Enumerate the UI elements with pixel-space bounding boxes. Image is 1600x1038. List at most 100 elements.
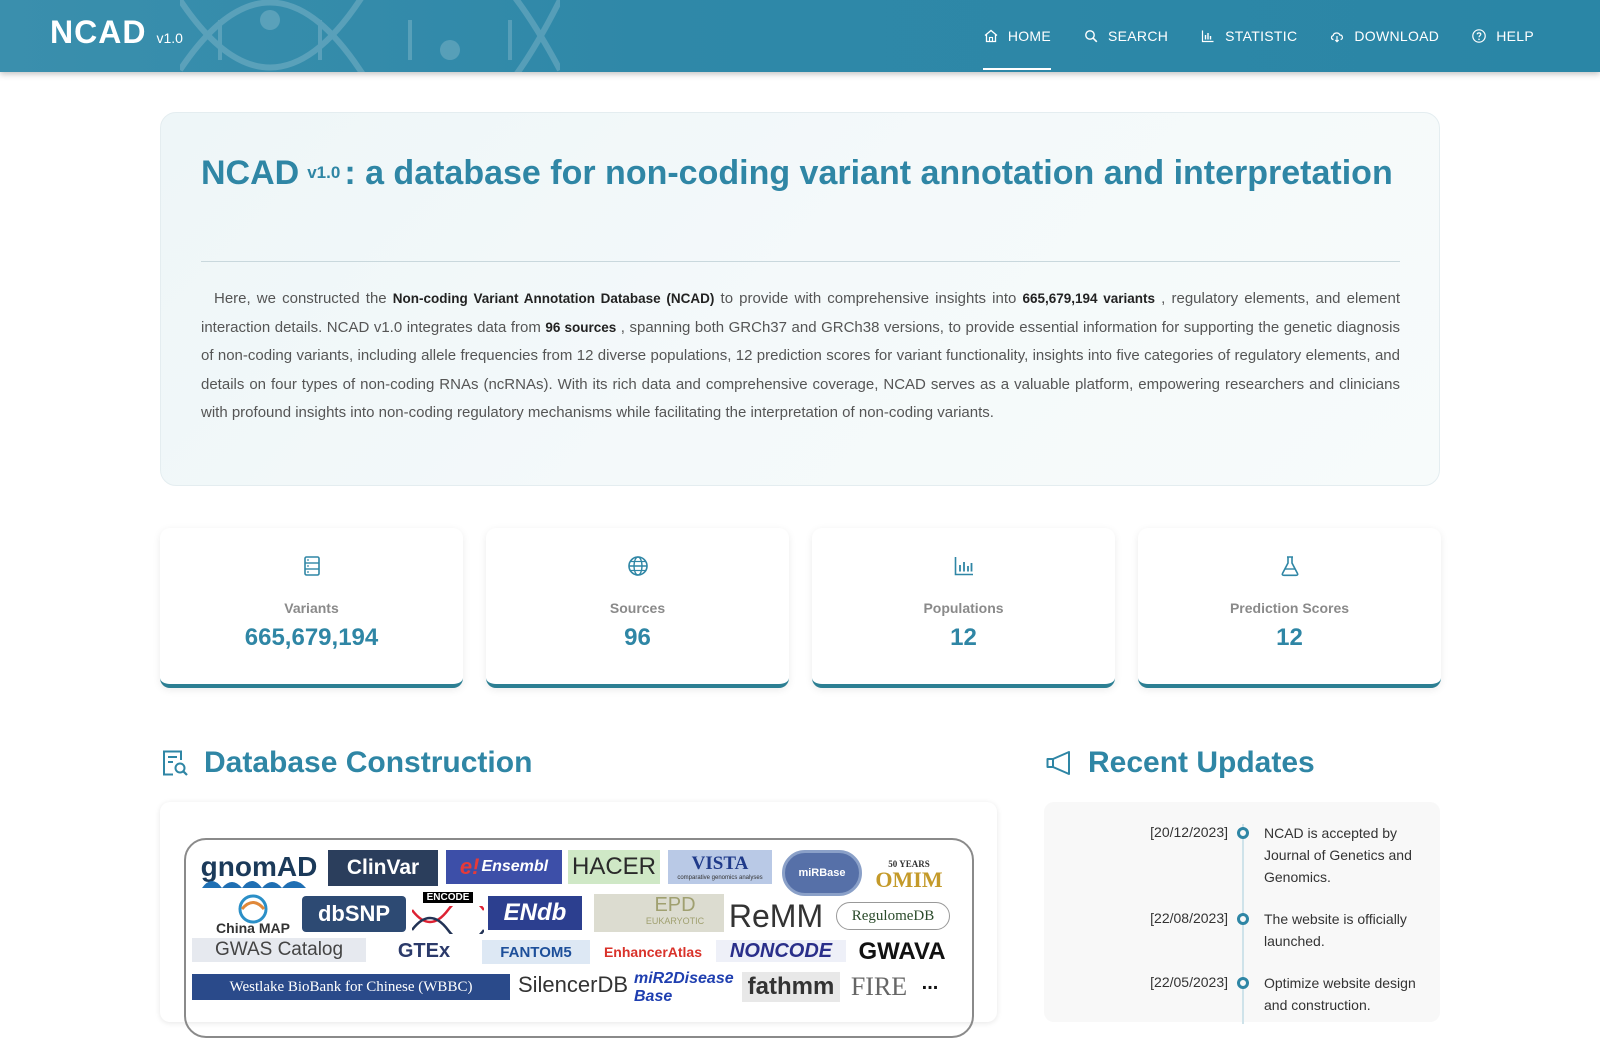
- hero-bold-2: 665,679,194 variants: [1022, 291, 1156, 306]
- nav-statistic[interactable]: STATISTIC: [1200, 0, 1297, 72]
- stat-label: Populations: [923, 600, 1004, 616]
- hero-bold-1: Non-coding Variant Annotation Database (…: [392, 291, 715, 306]
- update-text: The website is officially launched.: [1264, 911, 1407, 949]
- nav-help-label: HELP: [1496, 28, 1534, 44]
- nav-home[interactable]: HOME: [982, 0, 1052, 72]
- page-title: NCAD v1.0: a database for non-coding vari…: [201, 151, 1401, 195]
- gnomad-waves: [202, 874, 316, 888]
- update-date: [22/08/2023]: [1150, 910, 1228, 926]
- stat-card-variants: Variants 665,679,194: [160, 528, 463, 688]
- logo-silencerdb: SilencerDB: [518, 968, 628, 1002]
- database-icon: [304, 556, 320, 576]
- search-icon: [1083, 28, 1099, 44]
- logo-enhanceratlas-text: EnhancerAtlas: [603, 944, 703, 960]
- logo-endb-text: ENdb: [503, 899, 567, 926]
- home-icon: [983, 28, 999, 44]
- logo-wbbc-text: Westlake BioBank for Chinese (WBBC): [229, 978, 473, 995]
- logo-noncode-text: NONCODE: [729, 939, 833, 962]
- cloud-download-icon: [1329, 28, 1345, 44]
- timeline-dot-icon: [1237, 827, 1249, 839]
- database-construction-panel: gnomAD ClinVar e! Ensembl HACER VISTA comp…: [160, 802, 997, 1038]
- logo-mir2disease-text: miR2Disease Base: [634, 970, 734, 1005]
- logo-remm: ReMM: [724, 896, 828, 936]
- stat-card-populations: Populations 12: [812, 528, 1115, 688]
- stat-value: 12: [950, 624, 977, 651]
- logo-dbsnp: dbSNP: [302, 896, 406, 932]
- timeline-dot-icon: [1237, 913, 1249, 925]
- stat-card-prediction-scores: Prediction Scores 12: [1138, 528, 1441, 688]
- nav-download-label: DOWNLOAD: [1354, 28, 1440, 44]
- bar-chart-icon: [954, 557, 973, 576]
- logo-omim: 50 YEARS OMIM: [868, 848, 950, 896]
- data-sources-logo-collage: gnomAD ClinVar e! Ensembl HACER VISTA comp…: [184, 838, 974, 1038]
- logo-fire-text: FIRE: [850, 972, 908, 1001]
- logo-regulomedb: RegulomeDB: [836, 902, 950, 930]
- section-title: Recent Updates: [1088, 746, 1315, 779]
- globe-icon: [628, 556, 648, 576]
- stat-label: Sources: [609, 600, 666, 616]
- logo-clinvar-text: ClinVar: [346, 856, 420, 879]
- hero-description: Here, we constructed the Non-coding Vari…: [201, 285, 1400, 428]
- logo-noncode: NONCODE: [716, 940, 846, 962]
- brand-logo[interactable]: NCAD v1.0: [50, 14, 183, 51]
- logo-wbbc: Westlake BioBank for Chinese (WBBC): [192, 974, 510, 1000]
- logo-endb: ENdb: [488, 896, 582, 930]
- recent-updates-heading: Recent Updates: [1044, 746, 1315, 780]
- top-navbar: NCAD v1.0 HOME SEARCH STATISTIC DOWNLOAD…: [0, 0, 1600, 72]
- nav-home-label: HOME: [1007, 28, 1052, 44]
- logo-hacer-text: HACER: [571, 853, 656, 880]
- logo-vista-text: VISTA: [691, 853, 749, 874]
- more-sources-ellipsis: ...: [914, 968, 946, 998]
- logo-gtex-text: GTEx: [397, 939, 451, 962]
- logo-ensembl: e! Ensembl: [446, 850, 562, 884]
- hero-divider: [201, 261, 1400, 262]
- logo-gwava: GWAVA: [850, 938, 954, 966]
- update-date: [22/05/2023]: [1150, 974, 1228, 990]
- logo-silencerdb-text: SilencerDB: [517, 972, 629, 997]
- logo-fire: FIRE: [846, 972, 912, 1002]
- stat-value: 665,679,194: [244, 624, 379, 651]
- bar-chart-icon: [1200, 28, 1216, 44]
- logo-regulomedb-text: RegulomeDB: [851, 907, 935, 924]
- logo-gwas-text: GWAS Catalog: [214, 939, 344, 960]
- section-title: Database Construction: [204, 746, 533, 779]
- logo-ensembl-text: Ensembl: [481, 858, 549, 875]
- hero-bold-3: 96 sources: [545, 319, 617, 335]
- stat-label: Variants: [284, 600, 339, 616]
- logo-vista: VISTA comparative genomics analyses: [668, 850, 772, 884]
- hero-text-1: Here, we constructed the: [214, 290, 393, 307]
- brand-name: NCAD: [50, 14, 147, 50]
- recent-updates-panel: [20/12/2023] NCAD is accepted by Journal…: [1044, 802, 1440, 1024]
- stat-label: Prediction Scores: [1229, 600, 1350, 616]
- logo-hacer: HACER: [568, 850, 660, 884]
- logo-epd-text: EPD: [654, 894, 696, 916]
- update-date: [20/12/2023]: [1150, 824, 1228, 840]
- stat-card-sources: Sources 96: [486, 528, 789, 688]
- dna-helix-decoration: [180, 0, 560, 72]
- nav-statistic-label: STATISTIC: [1225, 28, 1298, 44]
- logo-gwava-text: GWAVA: [858, 938, 946, 965]
- logo-more-text: ...: [921, 971, 939, 994]
- megaphone-icon: [1046, 751, 1070, 775]
- update-text: Optimize website design and construction…: [1264, 975, 1416, 1013]
- nav-help[interactable]: HELP: [1471, 0, 1534, 72]
- logo-clinvar: ClinVar: [328, 850, 438, 886]
- logo-epd-sub: EUKARYOTIC: [645, 916, 705, 926]
- logo-fantom5: FANTOM5: [482, 940, 590, 964]
- database-construction-heading: Database Construction: [160, 746, 532, 780]
- logo-gtex: GTEx: [376, 938, 472, 964]
- logo-epd: EPD EUKARYOTIC: [594, 894, 724, 932]
- nav-search[interactable]: SEARCH: [1083, 0, 1168, 72]
- brand-version: v1.0: [156, 30, 183, 46]
- logo-omim-text: OMIM: [875, 867, 943, 892]
- logo-fantom-text: FANTOM5: [500, 943, 572, 961]
- logo-encode: ENCODE: [410, 892, 486, 934]
- help-circle-icon: [1471, 28, 1487, 44]
- nav-search-label: SEARCH: [1108, 28, 1169, 44]
- nav-download[interactable]: DOWNLOAD: [1329, 0, 1439, 72]
- logo-vista-sub: comparative genomics analyses: [677, 875, 763, 881]
- logo-enhanceratlas: EnhancerAtlas: [598, 940, 708, 964]
- logo-gwas-catalog: GWAS Catalog: [192, 938, 366, 962]
- document-search-icon: [163, 750, 188, 776]
- logo-fathmm: fathmm: [742, 972, 840, 1002]
